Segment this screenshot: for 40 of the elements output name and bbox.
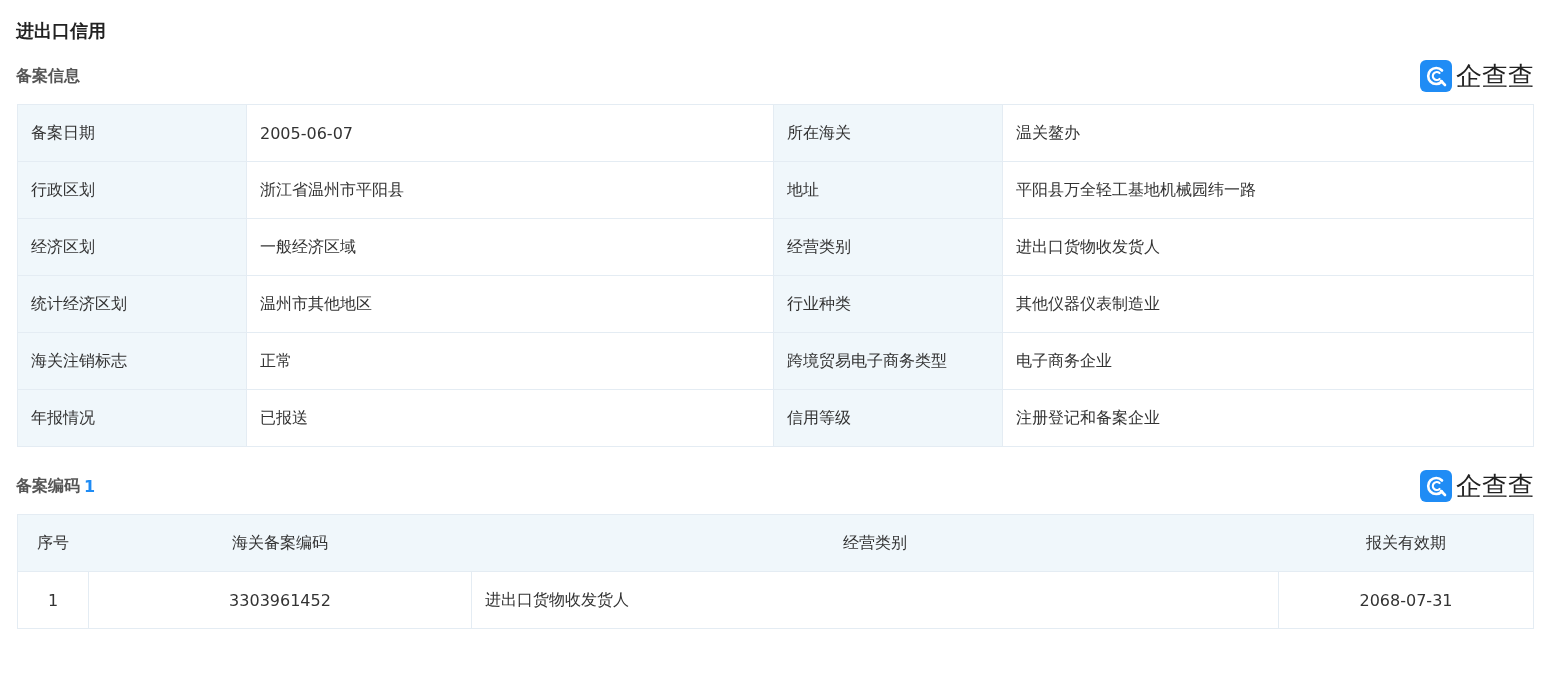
value-cell: 进出口货物收发货人 (1002, 218, 1534, 276)
column-header: 序号 (17, 514, 89, 572)
label-cell: 地址 (773, 161, 1003, 219)
value-cell: 电子商务企业 (1002, 332, 1534, 390)
label-cell: 年报情况 (17, 389, 247, 447)
table-cell: 进出口货物收发货人 (471, 571, 1279, 629)
value-cell: 一般经济区域 (246, 218, 774, 276)
column-header: 报关有效期 (1278, 514, 1534, 572)
column-header: 海关备案编码 (88, 514, 472, 572)
column-header: 经营类别 (471, 514, 1279, 572)
label-cell: 经济区划 (17, 218, 247, 276)
value-cell: 温州市其他地区 (246, 275, 774, 333)
value-cell: 温关鳌办 (1002, 104, 1534, 162)
table-cell: 3303961452 (88, 571, 472, 629)
label-cell: 行业种类 (773, 275, 1003, 333)
value-cell: 已报送 (246, 389, 774, 447)
logo-text: 企查查 (1456, 470, 1534, 502)
label-cell: 海关注销标志 (17, 332, 247, 390)
section-title: 备案编码 (16, 475, 80, 497)
label-cell: 信用等级 (773, 389, 1003, 447)
label-cell: 跨境贸易电子商务类型 (773, 332, 1003, 390)
logo-text: 企查查 (1456, 60, 1534, 92)
label-cell: 统计经济区划 (17, 275, 247, 333)
value-cell: 其他仪器仪表制造业 (1002, 275, 1534, 333)
value-cell: 正常 (246, 332, 774, 390)
label-cell: 所在海关 (773, 104, 1003, 162)
value-cell: 平阳县万全轻工基地机械园纬一路 (1002, 161, 1534, 219)
label-cell: 行政区划 (17, 161, 247, 219)
label-cell: 经营类别 (773, 218, 1003, 276)
table-cell: 2068-07-31 (1278, 571, 1534, 629)
value-cell: 注册登记和备案企业 (1002, 389, 1534, 447)
section-title: 备案信息 (16, 65, 80, 87)
count-label: 1 (84, 476, 96, 496)
table-cell: 1 (17, 571, 89, 629)
value-cell: 2005-06-07 (246, 104, 774, 162)
value-cell: 浙江省温州市平阳县 (246, 161, 774, 219)
label-cell: 备案日期 (17, 104, 247, 162)
page-title: 进出口信用 (16, 19, 107, 43)
logo-icon (1420, 470, 1452, 502)
logo-icon (1420, 60, 1452, 92)
